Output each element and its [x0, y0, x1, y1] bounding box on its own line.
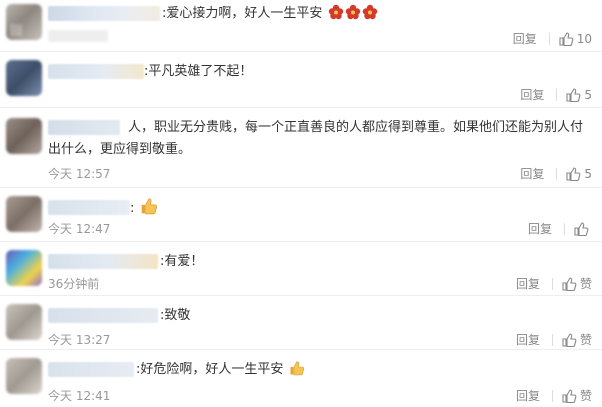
- avatar[interactable]: [6, 358, 42, 394]
- divider: [564, 222, 565, 235]
- comment-item: :爱心接力啊，好人一生平安 回复 10: [0, 0, 602, 52]
- username-blurred[interactable]: [48, 200, 130, 215]
- comment-text-line: :爱心接力啊，好人一生平安: [162, 3, 588, 25]
- avatar[interactable]: [6, 4, 42, 40]
- comment-item: :有爱！ 36分钟前 回复 赞: [0, 242, 602, 296]
- comment-item: :好危险啊，好人一生平安 今天 12:41 回复 赞: [0, 350, 602, 407]
- comment-text-line: :: [130, 197, 588, 220]
- like-label[interactable]: 赞: [580, 331, 592, 348]
- like-label[interactable]: 赞: [580, 275, 592, 292]
- thumbs-up-icon[interactable]: [561, 332, 577, 348]
- timestamp: 今天 12:57: [48, 167, 111, 181]
- timestamp: 今天 12:47: [48, 222, 111, 236]
- reply-button[interactable]: 回复: [516, 275, 540, 292]
- timestamp: 今天 12:41: [48, 389, 111, 403]
- comment-actions: 回复: [528, 220, 592, 237]
- thumbs-up-emoji: [140, 197, 158, 215]
- comment-text-line: :有爱！: [160, 254, 204, 269]
- comment-text: 爱心接力啊，好人一生平安: [166, 6, 323, 21]
- flower-icon: [362, 4, 378, 20]
- comment-text: 有爱！: [164, 254, 204, 269]
- username-blurred[interactable]: [48, 254, 158, 269]
- comment-text: 人，职业无分贵贱，每一个正直善良的人都应得到尊重。如果他们还能为别人付出什么，更…: [48, 120, 584, 157]
- comment-text-line: :致敬: [160, 308, 191, 323]
- thumbs-up-icon[interactable]: [558, 31, 574, 47]
- comment-actions: 回复 赞: [516, 331, 592, 348]
- reply-button[interactable]: 回复: [528, 220, 552, 237]
- reply-button[interactable]: 回复: [516, 387, 540, 404]
- username-blurred[interactable]: [48, 6, 160, 21]
- comment-text: 致敬: [164, 308, 191, 323]
- comment-actions: 回复 5: [520, 165, 592, 182]
- timestamp: 36分钟前: [48, 277, 100, 291]
- comment-actions: 回复 赞: [516, 387, 592, 404]
- divider: [556, 88, 558, 101]
- flower-icon: [328, 4, 344, 20]
- username-blurred[interactable]: [48, 362, 134, 377]
- avatar[interactable]: [6, 60, 42, 96]
- comment-actions: 回复 5: [520, 86, 592, 103]
- flower-icon: [345, 4, 361, 20]
- username-blurred[interactable]: [48, 64, 144, 79]
- like-label[interactable]: 赞: [580, 387, 592, 404]
- timestamp-blurred: [48, 30, 108, 42]
- comment-text: 平凡英雄了不起！: [148, 64, 253, 79]
- comment-text-line: :好危险啊，好人一生平安: [136, 359, 588, 381]
- comment-text-line: :平凡英雄了不起！: [144, 64, 253, 79]
- comment-actions: 回复 赞: [516, 275, 592, 292]
- thumbs-up-icon[interactable]: [561, 276, 577, 292]
- reply-button[interactable]: 回复: [513, 30, 537, 47]
- divider: [556, 167, 558, 180]
- divider: [551, 389, 553, 402]
- comment-item: : 今天 12:47 回复: [0, 188, 602, 242]
- comment-actions: 回复 10: [513, 30, 592, 47]
- comment-feed: :爱心接力啊，好人一生平安 回复 10 :平凡英雄了不起！ 回复 5 人，职业无…: [0, 0, 602, 407]
- thumbs-up-icon[interactable]: [561, 388, 577, 404]
- divider: [548, 32, 550, 45]
- like-count[interactable]: 5: [584, 88, 592, 102]
- avatar[interactable]: [6, 196, 42, 232]
- avatar[interactable]: [6, 118, 42, 154]
- comment-item: :平凡英雄了不起！ 回复 5: [0, 52, 602, 108]
- username-blurred[interactable]: [48, 308, 158, 323]
- thumbs-up-icon[interactable]: [565, 166, 581, 182]
- divider: [551, 277, 553, 290]
- like-count[interactable]: 10: [577, 32, 592, 46]
- timestamp: 今天 13:27: [48, 333, 111, 347]
- thumbs-up-icon[interactable]: [573, 221, 589, 237]
- divider: [551, 333, 553, 346]
- reply-button[interactable]: 回复: [520, 86, 544, 103]
- thumbs-up-emoji: [289, 360, 305, 376]
- avatar[interactable]: [6, 304, 42, 340]
- comment-text: 好危险啊，好人一生平安: [140, 362, 284, 377]
- avatar[interactable]: [6, 250, 42, 286]
- comment-item: :致敬 今天 13:27 回复 赞: [0, 296, 602, 350]
- reply-button[interactable]: 回复: [516, 331, 540, 348]
- like-count[interactable]: 5: [584, 167, 592, 181]
- comment-item: 人，职业无分贵贱，每一个正直善良的人都应得到尊重。如果他们还能为别人付出什么，更…: [0, 108, 602, 188]
- thumbs-up-icon[interactable]: [565, 87, 581, 103]
- reply-button[interactable]: 回复: [520, 165, 544, 182]
